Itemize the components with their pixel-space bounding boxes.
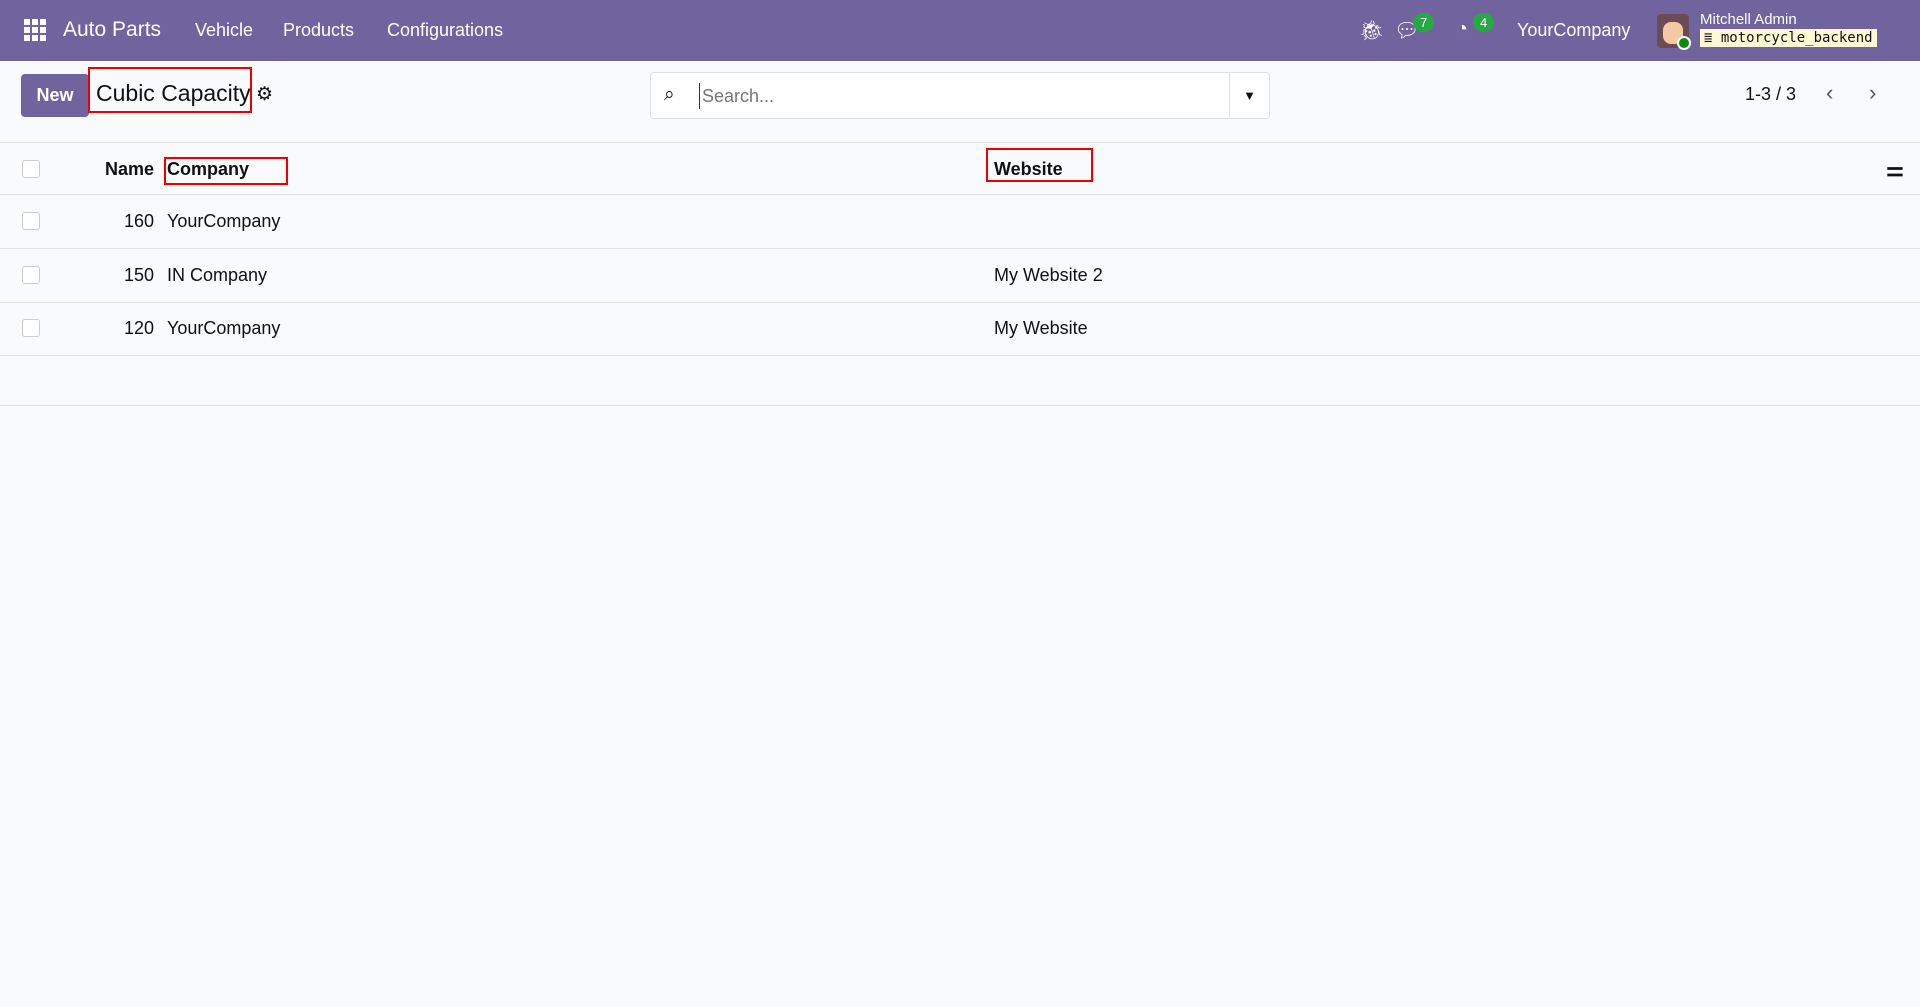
menu-configurations[interactable]: Configurations bbox=[387, 20, 503, 41]
row-checkbox[interactable] bbox=[22, 266, 40, 284]
online-status-icon bbox=[1677, 36, 1691, 50]
database-icon: ≣ bbox=[1704, 30, 1721, 46]
cell-company: YourCompany bbox=[167, 211, 281, 231]
cell-company: IN Company bbox=[167, 265, 268, 285]
column-header-website[interactable]: Website bbox=[994, 159, 1063, 180]
activities-count-badge: 4 bbox=[1473, 13, 1495, 32]
table-row[interactable]: 150 IN Company My Website 2 bbox=[0, 249, 1920, 303]
optional-columns-sliders-icon[interactable]: ⚌ bbox=[1886, 157, 1904, 182]
row-checkbox[interactable] bbox=[22, 319, 40, 337]
table-footer bbox=[0, 356, 1920, 406]
cell-name: 160 bbox=[123, 211, 154, 231]
database-badge: ≣ motorcycle_backend bbox=[1700, 29, 1877, 47]
user-avatar[interactable] bbox=[1657, 14, 1691, 50]
column-header-company[interactable]: Company bbox=[167, 159, 249, 180]
debug-bug-icon[interactable]: 🐞︎ bbox=[1359, 18, 1384, 43]
search-bar: ⌕ ▼ bbox=[650, 72, 1270, 119]
table-row[interactable]: 120 YourCompany My Website bbox=[0, 302, 1920, 356]
apps-menu-icon[interactable] bbox=[24, 19, 46, 41]
table-row[interactable]: 160 YourCompany bbox=[0, 195, 1920, 249]
gear-icon[interactable]: ⚙ bbox=[256, 83, 273, 106]
database-name: motorcycle_backend bbox=[1720, 30, 1873, 46]
table-header: Name Company Website ⚌ bbox=[0, 142, 1920, 195]
select-all-checkbox[interactable] bbox=[22, 160, 40, 178]
top-navbar: Auto Parts Vehicle Products Configuratio… bbox=[0, 0, 1920, 61]
user-name[interactable]: Mitchell Admin bbox=[1700, 11, 1797, 28]
cell-website: My Website bbox=[994, 318, 1088, 338]
activities-clock-icon[interactable]: ◔ bbox=[1456, 18, 1468, 41]
search-options-toggle[interactable]: ▼ bbox=[1229, 73, 1269, 118]
pager-value[interactable]: 1-3 / 3 bbox=[1745, 84, 1796, 105]
column-header-name[interactable]: Name bbox=[74, 159, 154, 180]
cell-website: My Website 2 bbox=[994, 265, 1103, 285]
cell-name: 150 bbox=[123, 265, 154, 285]
search-input[interactable] bbox=[699, 83, 1199, 109]
cell-company: YourCompany bbox=[167, 318, 281, 338]
pager-previous-icon[interactable]: ‹ bbox=[1826, 80, 1833, 106]
search-icon: ⌕ bbox=[664, 84, 675, 105]
pager-next-icon[interactable]: › bbox=[1869, 80, 1876, 106]
row-checkbox[interactable] bbox=[22, 212, 40, 230]
page-title: Cubic Capacity bbox=[96, 80, 251, 106]
caret-down-icon: ▼ bbox=[1243, 88, 1256, 103]
app-name[interactable]: Auto Parts bbox=[63, 18, 161, 42]
company-switcher[interactable]: YourCompany bbox=[1517, 20, 1630, 41]
cell-name: 120 bbox=[123, 318, 154, 338]
new-button[interactable]: New bbox=[21, 74, 89, 117]
menu-products[interactable]: Products bbox=[283, 20, 354, 41]
messages-count-badge: 7 bbox=[1413, 13, 1435, 32]
menu-vehicle[interactable]: Vehicle bbox=[195, 20, 253, 41]
